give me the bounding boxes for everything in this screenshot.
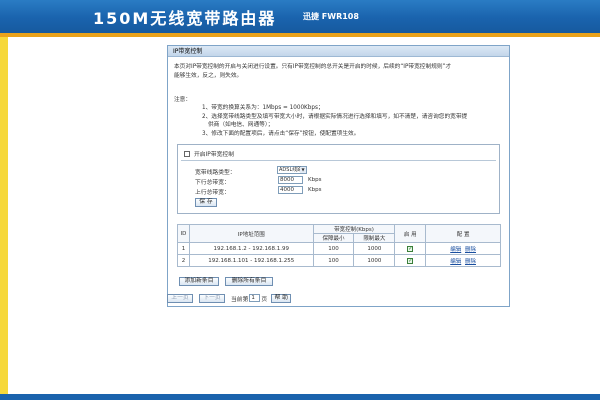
row-actions: 编辑 删除 — [425, 242, 501, 255]
row-enable-cell: ✓ — [394, 254, 427, 267]
line-type-label: 宽带线路类型： — [195, 170, 236, 176]
row-actions: 编辑 删除 — [425, 254, 501, 267]
row-ip-range: 192.168.1.101 - 192.168.1.255 — [188, 254, 314, 267]
row-min: 100 — [312, 254, 355, 267]
row-min: 100 — [312, 242, 355, 255]
enable-toggle-row: 开启IP带宽控制 — [184, 149, 234, 158]
delete-link[interactable]: 删除 — [465, 259, 476, 265]
down-bandwidth-input[interactable]: 8000 — [278, 176, 303, 184]
up-unit-label: Kbps — [308, 187, 322, 193]
left-menu-strip — [0, 37, 8, 400]
note-item: 2、选择宽带线路类型及填写带宽大小时，请根据实际情况进行选择和填写，如不清楚，请… — [202, 113, 468, 120]
col-bandwidth: 带宽控制(Kbps) — [312, 224, 396, 234]
row-max: 1000 — [353, 242, 396, 255]
description-line: 本页对IP带宽控制的开启与关闭进行设置。只有IP带宽控制的总开关是开启的时候，后… — [174, 64, 452, 70]
row-enable-cell: ✓ — [394, 242, 427, 255]
row-enable-checkbox[interactable]: ✓ — [407, 245, 414, 252]
note-list: 1、带宽的换算关系为：1Mbps = 1000Kbps； 2、选择宽带线路类型及… — [202, 104, 502, 138]
current-page-label: 当前第 — [231, 296, 249, 303]
row-id: 2 — [177, 254, 190, 267]
app-header: 150M无线宽带路由器 迅捷 FWR108 — [0, 0, 600, 33]
col-id: ID — [177, 224, 190, 243]
line-type-select[interactable]: ADSL线路 ▼ — [277, 166, 307, 174]
row-id: 1 — [177, 242, 190, 255]
header-stripe — [0, 33, 600, 37]
down-bandwidth-label: 下行总带宽： — [195, 180, 230, 186]
page-select[interactable]: 1 — [249, 294, 261, 302]
bottom-bar — [0, 394, 600, 400]
description-line: 能够生效，反之，则失效。 — [174, 72, 243, 79]
next-page-button[interactable]: 下一页 — [199, 293, 225, 303]
divider — [181, 160, 496, 161]
current-page-value: 1 — [251, 295, 255, 301]
up-bandwidth-label: 上行总带宽： — [195, 190, 230, 196]
table-row: 1 192.168.1.2 - 192.168.1.99 100 1000 ✓ … — [177, 242, 501, 255]
pager: 上一页 下一页 当前第 1 页 帮 助 — [167, 293, 292, 303]
up-bandwidth-input[interactable]: 4000 — [278, 186, 303, 194]
chevron-down-icon: ▼ — [300, 167, 306, 173]
edit-link[interactable]: 编辑 — [450, 247, 461, 253]
down-unit-label: Kbps — [308, 177, 322, 183]
table-row: 2 192.168.1.101 - 192.168.1.255 100 1000… — [177, 254, 501, 267]
page-suffix: 页 — [261, 296, 268, 303]
panel-title: IP带宽控制 — [168, 46, 509, 57]
help-button[interactable]: 帮 助 — [271, 293, 292, 303]
note-heading: 注意： — [174, 97, 192, 103]
row-enable-checkbox[interactable]: ✓ — [407, 257, 414, 264]
product-title: 150M无线宽带路由器 — [93, 9, 277, 28]
enable-bandwidth-label: 开启IP带宽控制 — [194, 152, 234, 158]
line-type-value: ADSL线路 — [279, 167, 303, 173]
add-entry-button[interactable]: 添加新条目 — [179, 277, 219, 286]
col-min: 保障最小 — [312, 233, 355, 243]
save-button[interactable]: 保 存 — [195, 198, 217, 207]
bandwidth-config-box: 开启IP带宽控制 宽带线路类型： ADSL线路 ▼ 下行总带宽： 8000 Kb… — [177, 144, 500, 214]
product-model: 迅捷 FWR108 — [303, 12, 359, 21]
edit-link[interactable]: 编辑 — [450, 259, 461, 265]
panel-description: 本页对IP带宽控制的开启与关闭进行设置。只有IP带宽控制的总开关是开启的时候，后… — [174, 63, 504, 80]
col-config: 配 置 — [425, 224, 501, 243]
bandwidth-control-panel: IP带宽控制 本页对IP带宽控制的开启与关闭进行设置。只有IP带宽控制的总开关是… — [167, 45, 510, 307]
note-item: 1、带宽的换算关系为：1Mbps = 1000Kbps； — [202, 105, 324, 111]
delete-link[interactable]: 删除 — [465, 247, 476, 253]
row-ip-range: 192.168.1.2 - 192.168.1.99 — [188, 242, 314, 255]
delete-all-button[interactable]: 删除所有条目 — [225, 277, 273, 286]
note-item: 供商（如电信、网通等）； — [208, 122, 274, 128]
rules-table: ID IP地址范围 带宽控制(Kbps) 启 用 配 置 保障最小 限制最大 1… — [177, 224, 501, 267]
prev-page-button[interactable]: 上一页 — [167, 293, 193, 303]
col-enable: 启 用 — [394, 224, 427, 243]
col-ip-range: IP地址范围 — [188, 224, 314, 243]
row-max: 1000 — [353, 254, 396, 267]
col-max: 限制最大 — [353, 233, 396, 243]
note-item: 3、修改下面的配置项后，请点击“保存”按钮，使配置项生效。 — [202, 130, 360, 137]
enable-bandwidth-checkbox[interactable] — [184, 150, 190, 157]
